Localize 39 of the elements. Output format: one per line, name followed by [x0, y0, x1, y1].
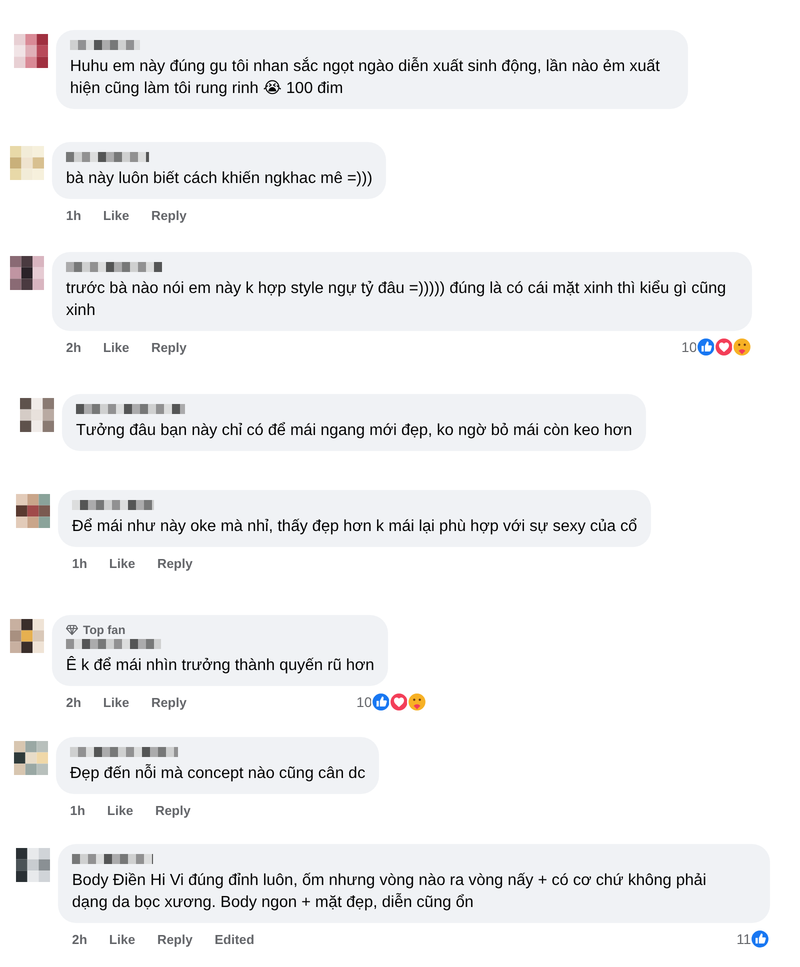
reaction-count: 11 — [736, 931, 751, 947]
hug-reaction-icon — [732, 337, 752, 357]
heart-reaction-icon — [714, 337, 734, 357]
like-link[interactable]: Like — [109, 556, 136, 570]
reaction-count: 10 — [681, 339, 697, 355]
like-link[interactable]: Like — [103, 208, 130, 222]
comment-text: Ê k để mái nhìn trưởng thành quyến rũ hơn — [66, 655, 374, 676]
reaction-count: 10 — [356, 694, 372, 710]
reply-link[interactable]: Reply — [155, 802, 191, 818]
comment-text: Để mái như này oke mà nhỉ, thấy đẹp hơn k mái lại phù hợp với sự sexy của cổ — [72, 517, 638, 537]
blurred-name — [70, 40, 140, 50]
reply-link[interactable]: Reply — [157, 556, 193, 570]
reply-link[interactable]: Reply — [157, 932, 193, 946]
like-reaction-icon — [696, 337, 716, 357]
like-reaction-icon — [750, 929, 770, 949]
comment-text: Tưởng đâu bạn này chỉ có để mái ngang mới đẹp, ko ngờ bỏ mái còn keo hơn — [76, 421, 632, 441]
timestamp: 1h — [66, 208, 82, 222]
heart-reaction-icon — [389, 692, 409, 712]
reply-link[interactable]: Reply — [151, 340, 187, 354]
reply-link[interactable]: Reply — [151, 208, 187, 222]
timestamp: 2h — [72, 932, 88, 946]
comment-text: Body Điền Hi Vi đúng đỉnh luôn, ốm nhưng vòng nào ra vòng nấy + có cơ chứ không phải dạng da bọc xương. Body ngon + mặt đẹp, diễn cũng ổn — [72, 871, 708, 913]
hug-reaction-icon — [407, 692, 427, 712]
top-fan-badge: Top fan — [66, 623, 126, 637]
timestamp: 1h — [72, 556, 88, 570]
timestamp: 1h — [70, 802, 86, 818]
like-link[interactable]: Like — [103, 340, 130, 354]
comment-text: Huhu em này đúng gu tôi nhan sắc ngọt ngào diễn xuất sinh động, lần nào ẻm xuất hiện cũng làm tôi rung rinh 😭 100 đim — [70, 56, 661, 99]
comment-text: trước bà nào nói em này k hợp style ngự tỷ đâu =))))) đúng là có cái mặt xinh thì kiểu gì cũng xinh — [66, 279, 728, 321]
like-link[interactable]: Like — [103, 694, 130, 710]
like-reaction-icon — [371, 692, 391, 712]
comment-text: bà này luôn biết cách khiến ngkhac mê =))) — [66, 169, 372, 189]
timestamp: 2h — [66, 340, 82, 354]
like-link[interactable]: Like — [109, 932, 136, 946]
timestamp: 2h — [66, 694, 82, 710]
edited-label: Edited — [214, 932, 254, 946]
comment-text: Đẹp đến nỗi mà concept nào cũng cân dc — [70, 763, 366, 784]
reply-link[interactable]: Reply — [151, 694, 187, 710]
like-link[interactable]: Like — [107, 802, 134, 818]
